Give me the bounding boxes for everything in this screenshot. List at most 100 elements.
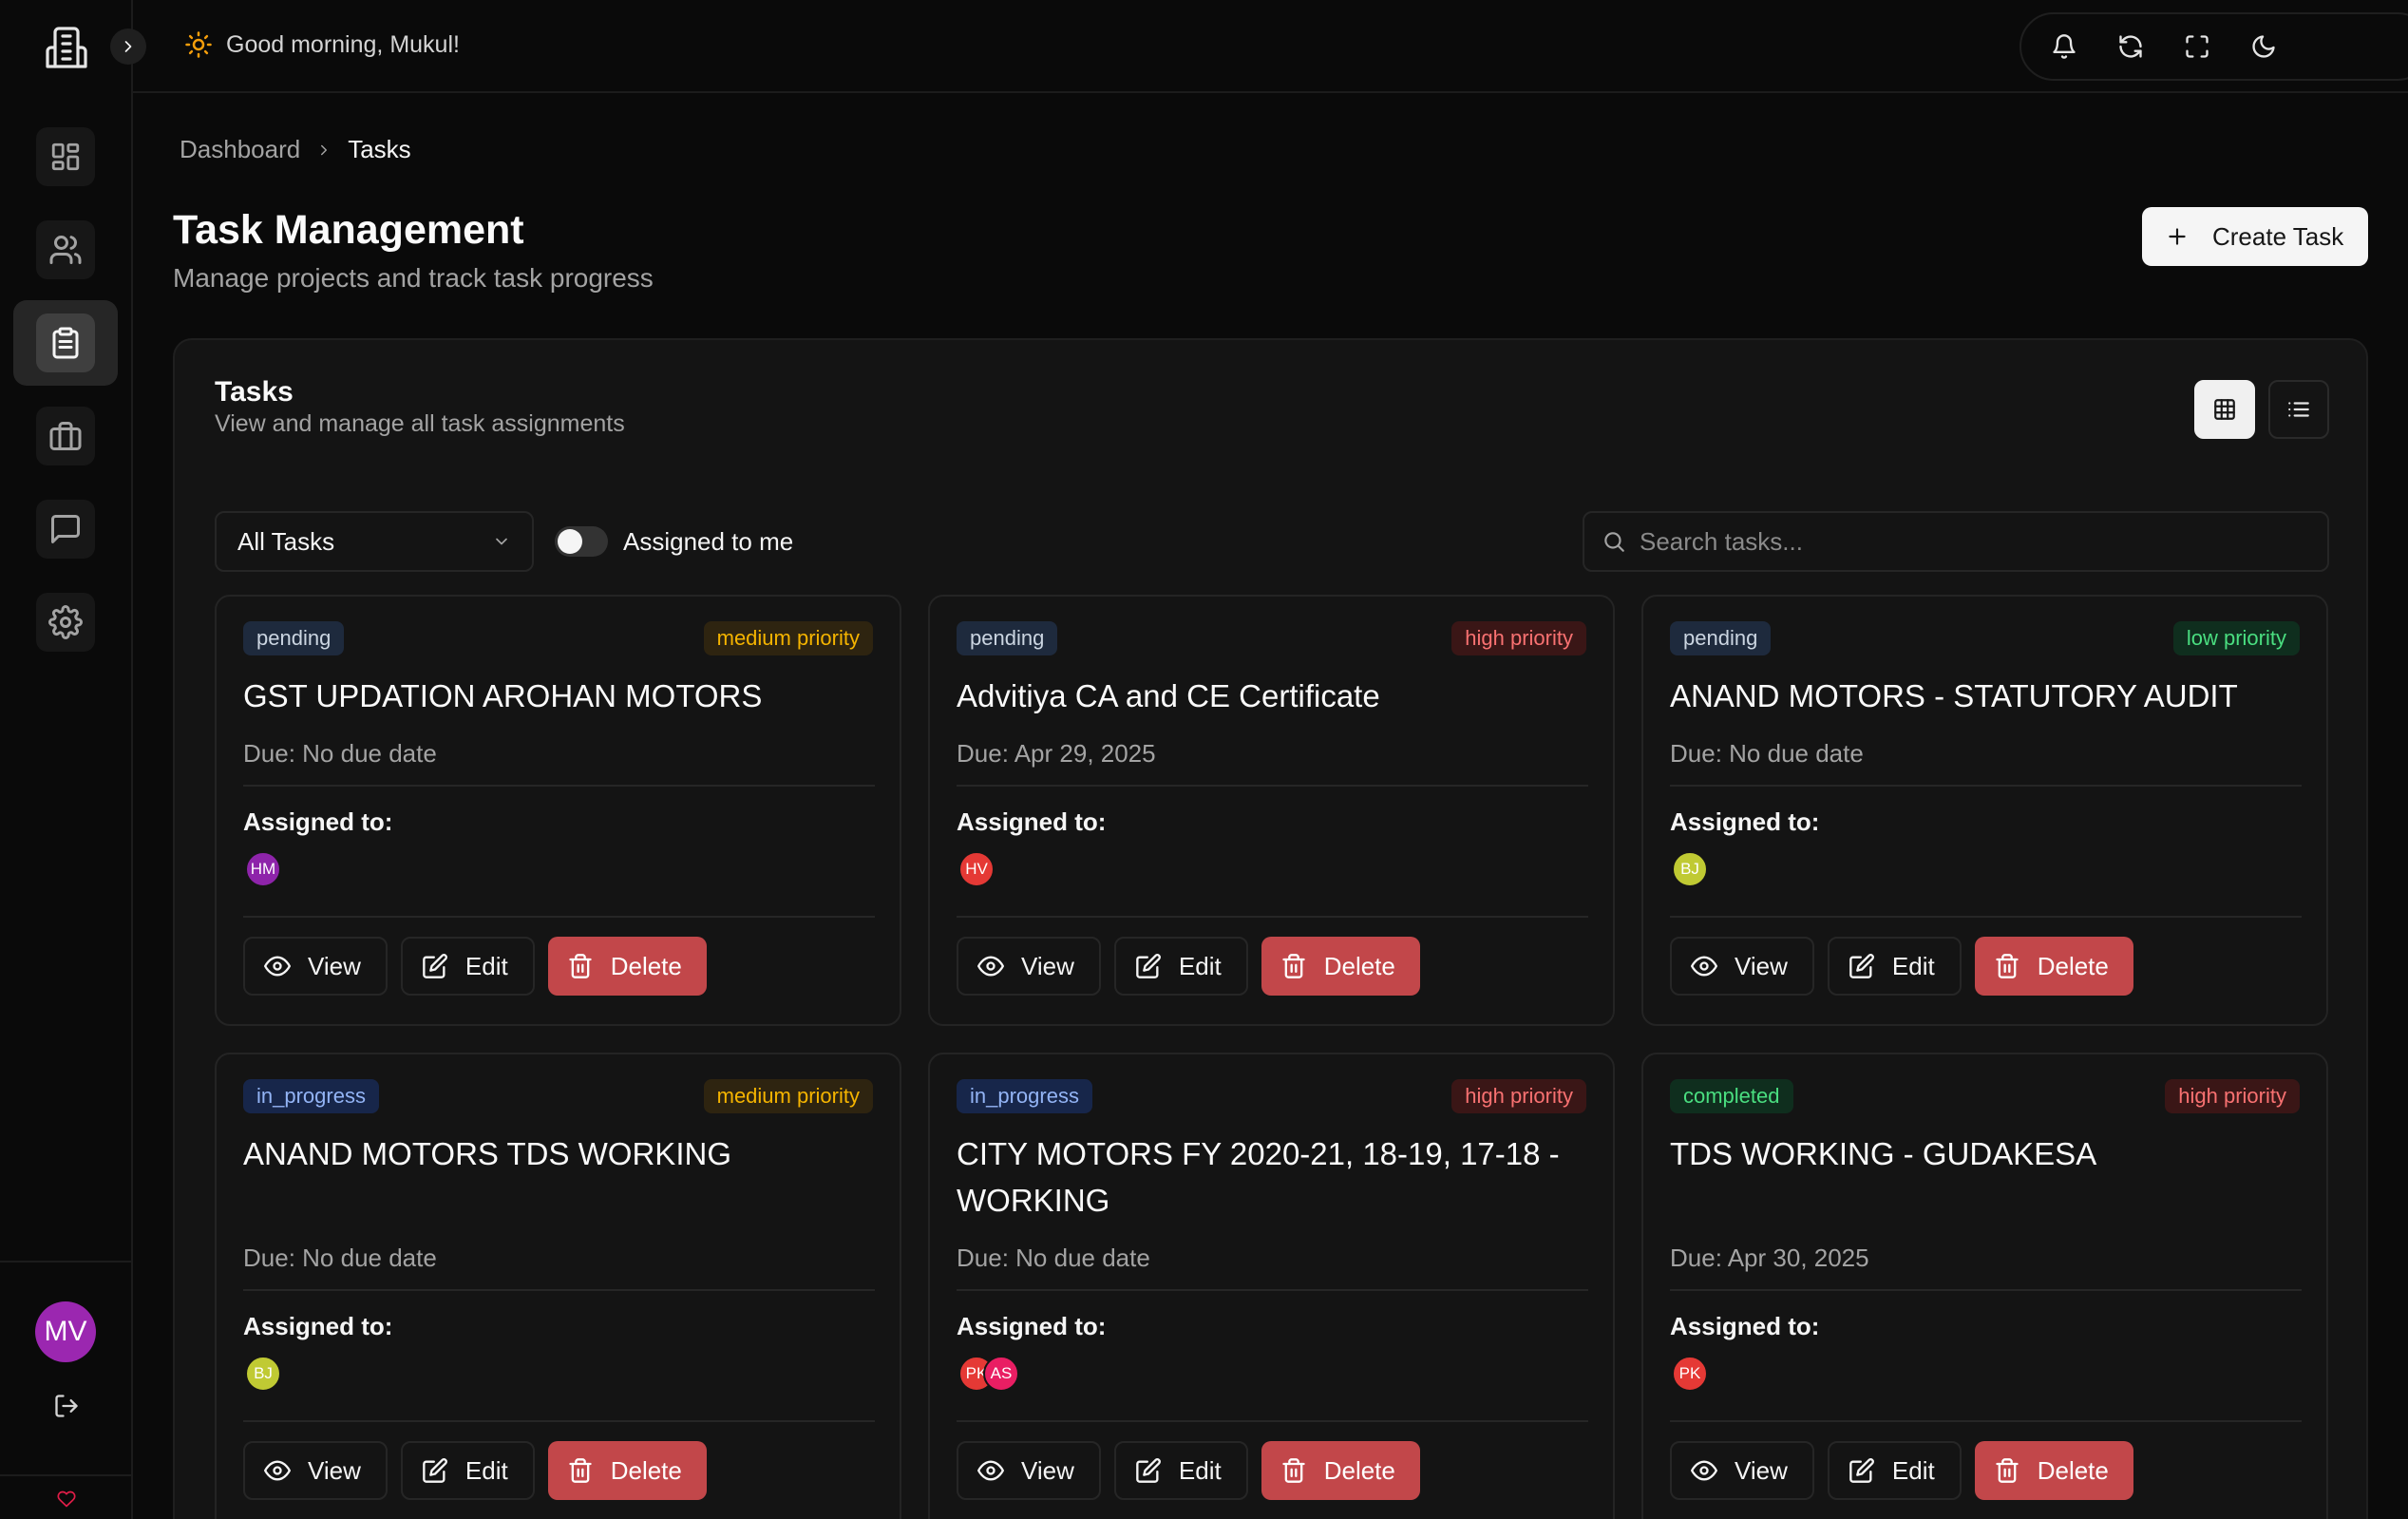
moon-icon[interactable] (2244, 27, 2284, 66)
logout-icon[interactable] (53, 1393, 80, 1419)
edit-button[interactable]: Edit (1113, 1441, 1248, 1500)
sidebar-item-settings[interactable] (13, 579, 118, 665)
sidebar-divider (0, 1261, 133, 1263)
sidebar-avatar[interactable]: MV (35, 1301, 96, 1362)
task-due-date: Due: No due date (957, 1244, 1150, 1272)
assignee-avatar: BJ (245, 1356, 281, 1392)
delete-label: Delete (1323, 1455, 1395, 1485)
edit-label: Edit (1891, 1455, 1935, 1485)
sidebar-item-dashboard[interactable] (13, 114, 118, 199)
create-task-button[interactable]: Create Task (2142, 207, 2368, 266)
assigned-toggle-label: Assigned to me (623, 526, 794, 556)
view-button[interactable]: View (243, 1441, 388, 1500)
view-button[interactable]: View (243, 937, 388, 996)
refresh-icon[interactable] (2111, 27, 2151, 66)
view-button[interactable]: View (1670, 937, 1814, 996)
eye-icon (1691, 1457, 1717, 1484)
sidebar-toggle-button[interactable] (110, 28, 146, 65)
topbar: Good morning, Mukul! MV (110, 0, 2408, 93)
card-divider (243, 785, 875, 787)
task-card: pending medium priority GST UPDATION ARO… (215, 595, 901, 1026)
chevron-right-icon (315, 142, 332, 159)
edit-button[interactable]: Edit (1827, 937, 1962, 996)
delete-label: Delete (2037, 1455, 2109, 1485)
edit-label: Edit (465, 951, 508, 980)
sidebar-item-tasks[interactable] (13, 300, 118, 386)
card-actions: View Edit Delete (1670, 937, 2133, 996)
gear-icon (36, 593, 95, 652)
search-box (1583, 511, 2329, 572)
eye-icon (977, 1457, 1004, 1484)
assignee-list: HV (958, 851, 995, 887)
view-button[interactable]: View (1670, 1441, 1814, 1500)
delete-button[interactable]: Delete (1261, 937, 1420, 996)
edit-icon (1135, 953, 1162, 979)
trash-icon (1280, 953, 1307, 979)
eye-icon (977, 953, 1004, 979)
briefcase-icon (36, 407, 95, 465)
card-divider (957, 916, 1588, 918)
delete-button[interactable]: Delete (1974, 937, 2133, 996)
edit-button[interactable]: Edit (400, 1441, 535, 1500)
breadcrumb-dashboard-link[interactable]: Dashboard (180, 135, 300, 164)
task-card: completed high priority TDS WORKING - GU… (1641, 1053, 2328, 1519)
edit-button[interactable]: Edit (400, 937, 535, 996)
card-actions: View Edit Delete (243, 1441, 707, 1500)
search-input[interactable] (1640, 526, 2304, 557)
card-divider (1670, 1420, 2302, 1422)
delete-button[interactable]: Delete (1261, 1441, 1420, 1500)
status-badge: pending (1670, 621, 1772, 655)
topbar-actions (2019, 12, 2408, 81)
greeting-text: Good morning, Mukul! (226, 30, 460, 58)
card-divider (957, 785, 1588, 787)
edit-label: Edit (1891, 951, 1935, 980)
view-button[interactable]: View (957, 1441, 1101, 1500)
assignee-list: PK (1672, 1356, 1708, 1392)
fullscreen-icon[interactable] (2177, 27, 2217, 66)
trash-icon (1994, 1457, 2020, 1484)
priority-badge: high priority (2165, 1079, 2300, 1113)
delete-label: Delete (610, 1455, 682, 1485)
edit-icon (422, 1457, 448, 1484)
delete-button[interactable]: Delete (547, 937, 707, 996)
plus-icon (2165, 224, 2190, 249)
edit-button[interactable]: Edit (1827, 1441, 1962, 1500)
view-label: View (1735, 1455, 1788, 1485)
sidebar-footer-divider (0, 1474, 133, 1476)
task-due-date: Due: Apr 29, 2025 (957, 739, 1156, 768)
delete-label: Delete (610, 951, 682, 980)
sidebar-item-messages[interactable] (13, 486, 118, 572)
card-divider (243, 916, 875, 918)
bell-icon[interactable] (2044, 27, 2084, 66)
assignee-list: HM (245, 851, 281, 887)
task-title: ANAND MOTORS TDS WORKING (243, 1136, 731, 1171)
priority-badge: low priority (2172, 621, 2300, 655)
page-subtitle: Manage projects and track task progress (173, 263, 654, 293)
search-icon (1602, 529, 1626, 554)
sidebar-nav (0, 114, 133, 673)
task-title: GST UPDATION AROHAN MOTORS (243, 678, 763, 713)
delete-button[interactable]: Delete (547, 1441, 707, 1500)
assignee-avatar: AS (983, 1356, 1019, 1392)
task-title: TDS WORKING - GUDAKESA (1670, 1136, 2097, 1171)
assigned-switch[interactable] (555, 526, 608, 557)
heart-icon (57, 1490, 76, 1509)
sidebar-item-projects[interactable] (13, 393, 118, 479)
task-due-date: Due: No due date (1670, 739, 1864, 768)
list-view-button[interactable] (2268, 380, 2329, 439)
task-card: pending high priority Advitiya CA and CE… (928, 595, 1615, 1026)
delete-button[interactable]: Delete (1974, 1441, 2133, 1500)
view-button[interactable]: View (957, 937, 1101, 996)
priority-badge: high priority (1451, 621, 1586, 655)
assignee-list: BJ (245, 1356, 281, 1392)
task-filter-select[interactable]: All Tasks (215, 511, 534, 572)
sun-icon (184, 30, 213, 59)
edit-button[interactable]: Edit (1113, 937, 1248, 996)
task-due-date: Due: No due date (243, 739, 437, 768)
assignee-list: BJ (1672, 851, 1708, 887)
sidebar-item-users[interactable] (13, 207, 118, 293)
grid-view-button[interactable] (2194, 380, 2255, 439)
breadcrumb: Dashboard Tasks (180, 135, 411, 164)
building-logo-icon[interactable] (44, 25, 89, 70)
card-divider (957, 1420, 1588, 1422)
